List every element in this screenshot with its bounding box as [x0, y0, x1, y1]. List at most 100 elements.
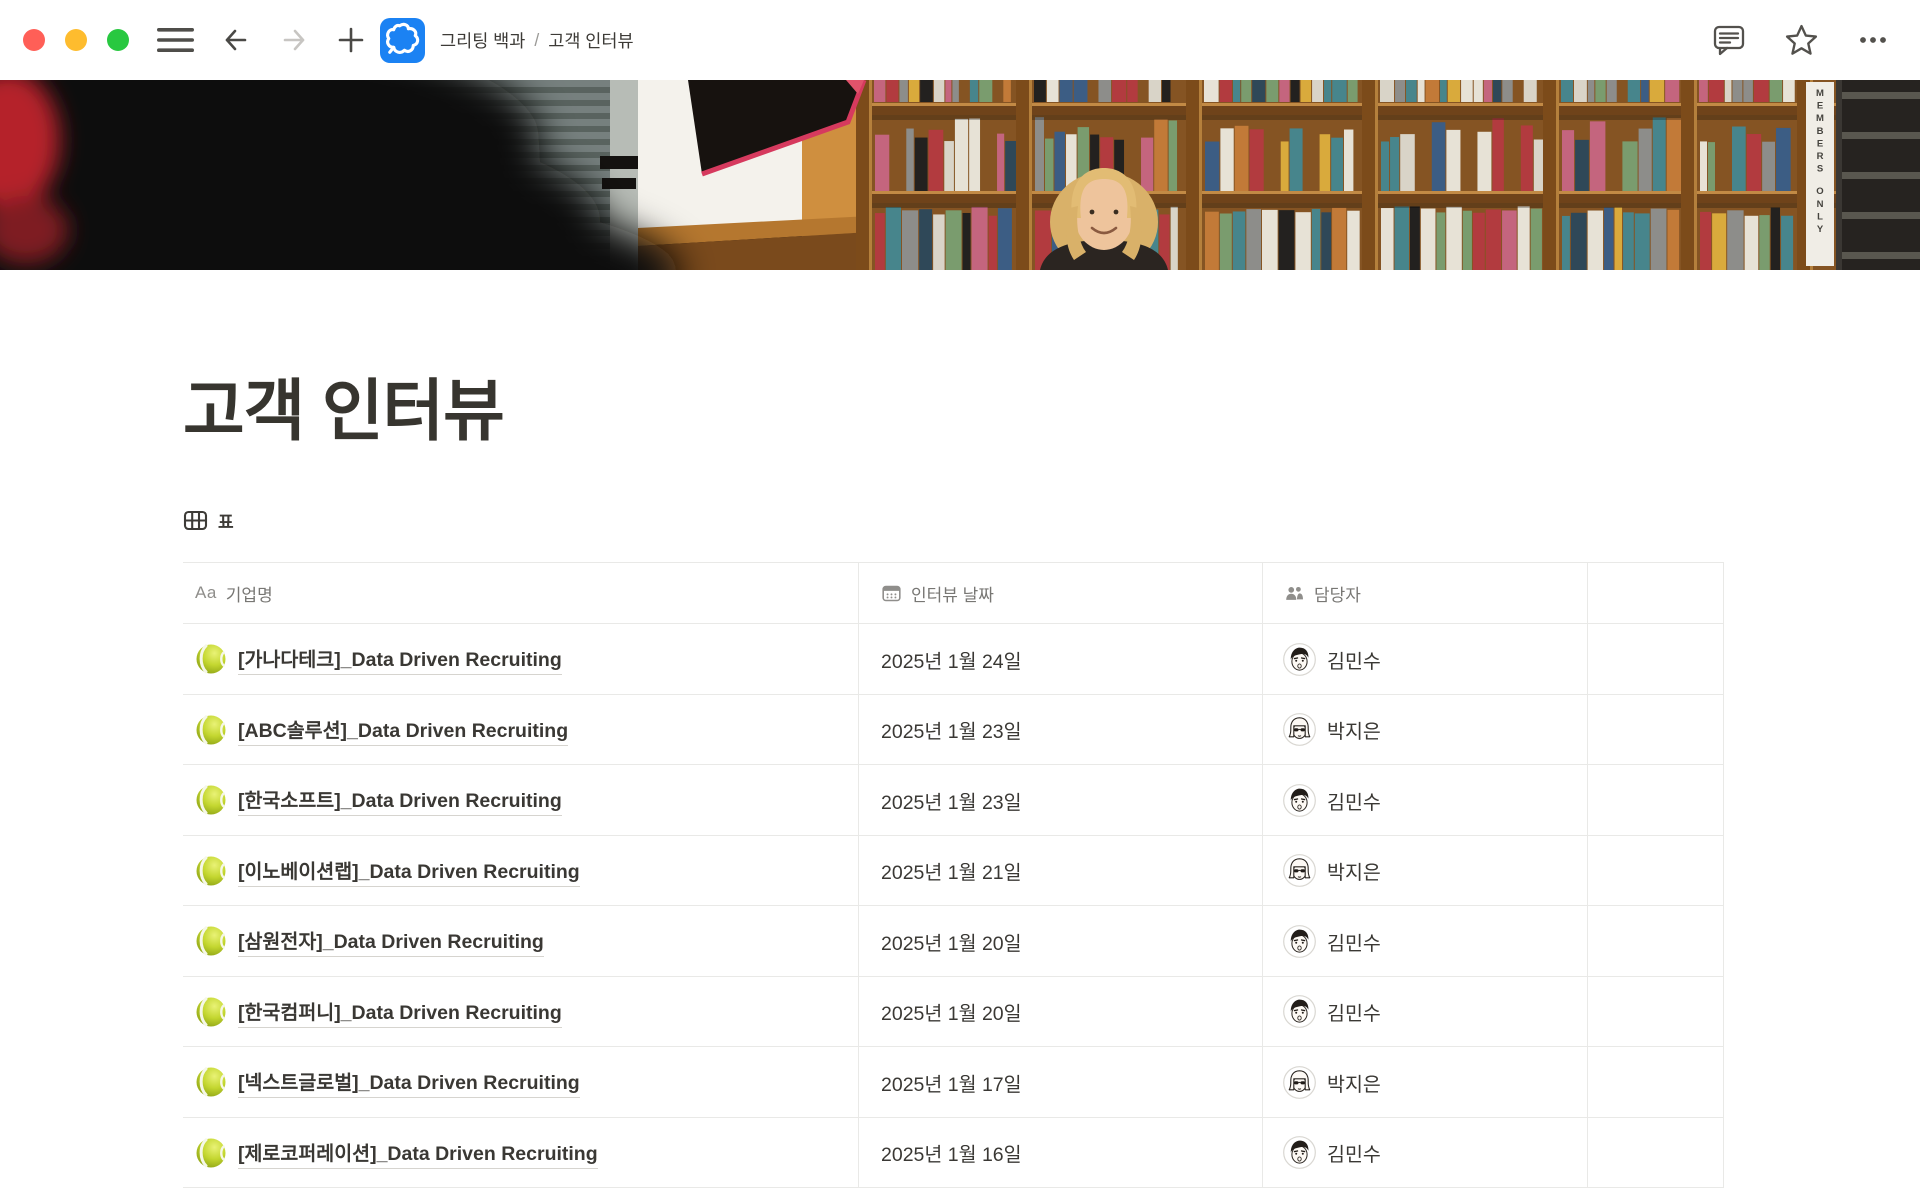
- svg-text:E: E: [1817, 101, 1823, 112]
- star-icon[interactable]: [1783, 22, 1820, 59]
- table-row[interactable]: [ABC솔루션]_Data Driven Recruiting 2025년 1월…: [183, 695, 1724, 766]
- table-row[interactable]: [제로코퍼레이션]_Data Driven Recruiting 2025년 1…: [183, 1118, 1724, 1189]
- table-view-icon: [183, 508, 208, 533]
- svg-text:L: L: [1817, 211, 1823, 222]
- person-name[interactable]: 박지은: [1327, 715, 1381, 744]
- svg-text:B: B: [1817, 126, 1824, 137]
- person-avatar: [1283, 643, 1316, 676]
- interview-date[interactable]: 2025년 1월 23일: [881, 715, 1022, 744]
- cover-photo: MEMBERSONLY: [0, 80, 1920, 270]
- table-body: [가나다테크]_Data Driven Recruiting 2025년 1월 …: [183, 624, 1724, 1188]
- svg-text:Y: Y: [1817, 224, 1824, 235]
- column-label: 인터뷰 날짜: [911, 581, 994, 606]
- tennis-ball-icon: [195, 996, 227, 1028]
- interview-date[interactable]: 2025년 1월 23일: [881, 786, 1022, 815]
- table-row[interactable]: [한국컴퍼니]_Data Driven Recruiting 2025년 1월 …: [183, 977, 1724, 1048]
- more-icon[interactable]: [1856, 23, 1890, 57]
- tennis-ball-icon: [195, 925, 227, 957]
- company-page-link[interactable]: [가나다테크]_Data Driven Recruiting: [238, 643, 562, 675]
- forward-arrow-icon[interactable]: [278, 24, 310, 56]
- column-header-date[interactable]: 인터뷰 날짜: [858, 563, 1262, 623]
- zoom-window-button[interactable]: [107, 29, 129, 51]
- column-header-empty[interactable]: [1587, 563, 1724, 623]
- calendar-icon: [881, 583, 902, 604]
- person-avatar: [1283, 995, 1316, 1028]
- company-page-link[interactable]: [이노베이션랩]_Data Driven Recruiting: [238, 855, 580, 887]
- person-name[interactable]: 김민수: [1327, 1138, 1381, 1167]
- table-row[interactable]: [넥스트글로벌]_Data Driven Recruiting 2025년 1월…: [183, 1047, 1724, 1118]
- page-title[interactable]: 고객 인터뷰: [183, 372, 1920, 452]
- tennis-ball-icon: [195, 784, 227, 816]
- person-name[interactable]: 박지은: [1327, 1068, 1381, 1097]
- svg-text:N: N: [1817, 199, 1824, 210]
- new-tab-plus-icon[interactable]: [336, 25, 366, 55]
- person-avatar: [1283, 925, 1316, 958]
- svg-text:O: O: [1816, 186, 1823, 197]
- person-avatar: [1283, 1136, 1316, 1169]
- svg-text:M: M: [1816, 113, 1824, 124]
- person-name[interactable]: 김민수: [1327, 997, 1381, 1026]
- svg-text:E: E: [1817, 138, 1823, 149]
- menu-icon[interactable]: [157, 27, 194, 53]
- view-tab-table[interactable]: 표: [218, 508, 234, 533]
- person-name[interactable]: 김민수: [1327, 927, 1381, 956]
- column-header-person[interactable]: 담당자: [1262, 563, 1587, 623]
- tennis-ball-icon: [195, 643, 227, 675]
- person-name[interactable]: 김민수: [1327, 786, 1381, 815]
- person-avatar: [1283, 784, 1316, 817]
- person-avatar: [1283, 1066, 1316, 1099]
- close-window-button[interactable]: [23, 29, 45, 51]
- tennis-ball-icon: [195, 1137, 227, 1169]
- person-name[interactable]: 김민수: [1327, 645, 1381, 674]
- empty-cell[interactable]: [1587, 1047, 1724, 1117]
- company-page-link[interactable]: [넥스트글로벌]_Data Driven Recruiting: [238, 1066, 580, 1098]
- tennis-ball-icon: [195, 714, 227, 746]
- titlebar: 그리팅 백과 / 고객 인터뷰: [0, 0, 1920, 80]
- svg-text:M: M: [1816, 88, 1824, 99]
- database-table: Aa 기업명 인터뷰 날짜 담당자: [183, 562, 1724, 1188]
- company-page-link[interactable]: [한국소프트]_Data Driven Recruiting: [238, 784, 562, 816]
- breadcrumb-parent[interactable]: 그리팅 백과: [440, 28, 525, 53]
- interview-date[interactable]: 2025년 1월 24일: [881, 645, 1022, 674]
- table-row[interactable]: [가나다테크]_Data Driven Recruiting 2025년 1월 …: [183, 624, 1724, 695]
- back-arrow-icon[interactable]: [220, 24, 252, 56]
- person-name[interactable]: 박지은: [1327, 856, 1381, 885]
- empty-cell[interactable]: [1587, 624, 1724, 694]
- tennis-ball-icon: [195, 855, 227, 887]
- company-page-link[interactable]: [삼원전자]_Data Driven Recruiting: [238, 925, 544, 957]
- empty-cell[interactable]: [1587, 1118, 1724, 1188]
- tennis-ball-icon: [195, 1066, 227, 1098]
- empty-cell[interactable]: [1587, 695, 1724, 765]
- empty-cell[interactable]: [1587, 765, 1724, 835]
- breadcrumb[interactable]: 그리팅 백과 / 고객 인터뷰: [440, 28, 634, 53]
- column-header-company[interactable]: Aa 기업명: [183, 563, 858, 623]
- empty-cell[interactable]: [1587, 906, 1724, 976]
- breadcrumb-current[interactable]: 고객 인터뷰: [548, 28, 633, 53]
- empty-cell[interactable]: [1587, 977, 1724, 1047]
- table-row[interactable]: [한국소프트]_Data Driven Recruiting 2025년 1월 …: [183, 765, 1724, 836]
- breadcrumb-separator: /: [534, 30, 539, 51]
- minimize-window-button[interactable]: [65, 29, 87, 51]
- company-page-link[interactable]: [제로코퍼레이션]_Data Driven Recruiting: [238, 1137, 598, 1169]
- table-row[interactable]: [이노베이션랩]_Data Driven Recruiting 2025년 1월…: [183, 836, 1724, 907]
- table-row[interactable]: [삼원전자]_Data Driven Recruiting 2025년 1월 2…: [183, 906, 1724, 977]
- person-avatar: [1283, 854, 1316, 887]
- interview-date[interactable]: 2025년 1월 20일: [881, 927, 1022, 956]
- person-avatar: [1283, 713, 1316, 746]
- column-label: 기업명: [226, 581, 273, 606]
- empty-cell[interactable]: [1587, 836, 1724, 906]
- window-controls: [23, 29, 129, 51]
- company-page-link[interactable]: [ABC솔루션]_Data Driven Recruiting: [238, 714, 568, 746]
- people-icon: [1283, 582, 1305, 604]
- interview-date[interactable]: 2025년 1월 16일: [881, 1138, 1022, 1167]
- interview-date[interactable]: 2025년 1월 17일: [881, 1068, 1022, 1097]
- svg-text:S: S: [1817, 164, 1823, 175]
- interview-date[interactable]: 2025년 1월 20일: [881, 997, 1022, 1026]
- company-page-link[interactable]: [한국컴퍼니]_Data Driven Recruiting: [238, 996, 562, 1028]
- comment-icon[interactable]: [1711, 22, 1747, 58]
- app-logo-icon[interactable]: [380, 18, 425, 63]
- column-label: 담당자: [1314, 581, 1361, 606]
- text-type-icon: Aa: [195, 583, 217, 603]
- interview-date[interactable]: 2025년 1월 21일: [881, 856, 1022, 885]
- table-header-row: Aa 기업명 인터뷰 날짜 담당자: [183, 562, 1724, 624]
